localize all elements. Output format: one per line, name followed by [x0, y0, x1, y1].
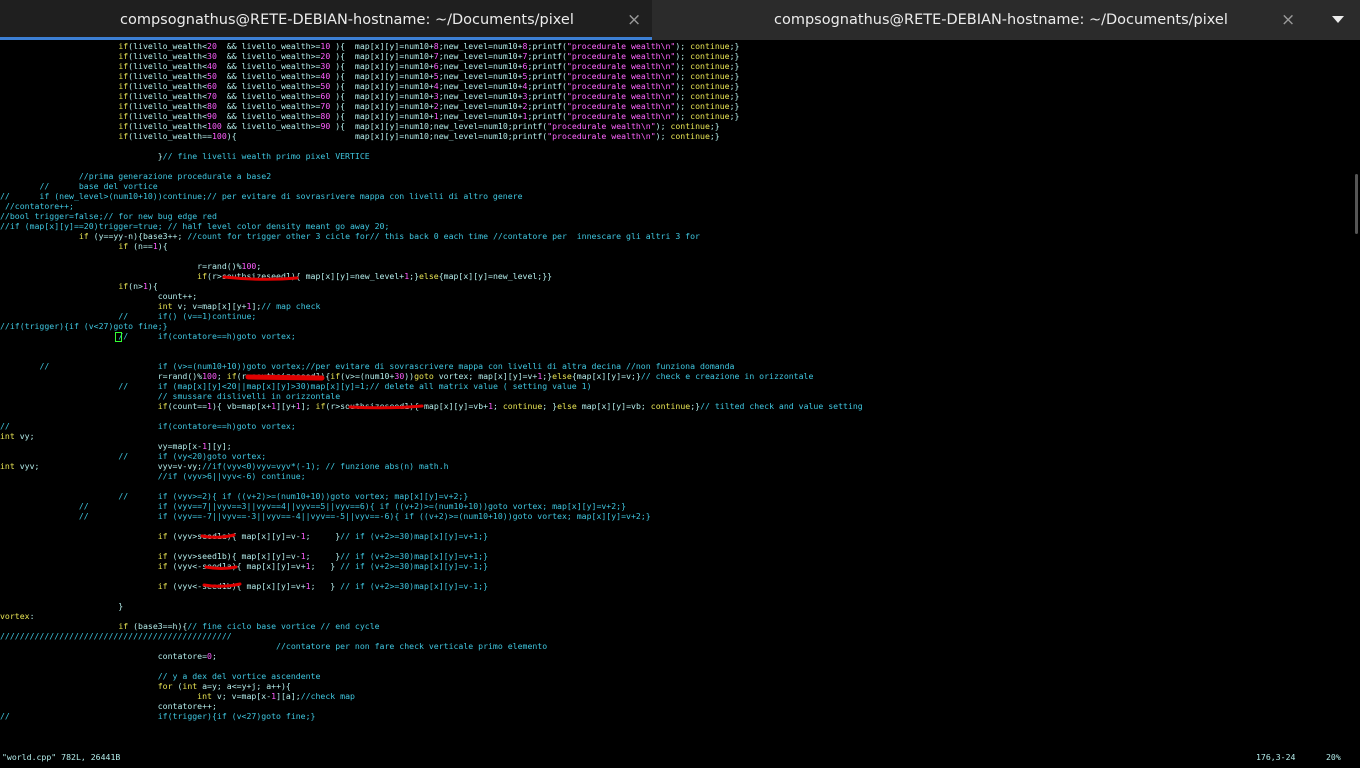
tab-title: compsognathus@RETE-DEBIAN-hostname: ~/Do…	[120, 12, 574, 28]
annotation-underline	[204, 565, 238, 570]
chevron-down-icon[interactable]	[1326, 9, 1350, 29]
annotation-strikethrough	[245, 374, 325, 381]
status-file-info: "world.cpp" 782L, 26441B	[2, 752, 121, 762]
status-percent: 20%	[1326, 752, 1341, 762]
tab-title: compsognathus@RETE-DEBIAN-hostname: ~/Do…	[774, 12, 1228, 28]
scrollbar-thumb[interactable]	[1355, 174, 1358, 234]
scrollbar[interactable]	[1353, 41, 1360, 768]
annotation-underline	[348, 404, 424, 410]
tab-terminal-1[interactable]: compsognathus@RETE-DEBIAN-hostname: ~/Do…	[0, 0, 652, 40]
tab-bar: compsognathus@RETE-DEBIAN-hostname: ~/Do…	[0, 0, 1360, 40]
vim-status-line: "world.cpp" 782L, 26441B 176,3-24 20%	[0, 751, 1352, 763]
red-annotation-strokes	[200, 275, 424, 588]
tab-terminal-2[interactable]: compsognathus@RETE-DEBIAN-hostname: ~/Do…	[652, 0, 1304, 40]
close-icon[interactable]: ×	[627, 0, 641, 40]
status-cursor-position: 176,3-24	[1256, 752, 1296, 762]
annotation-underline	[202, 582, 242, 588]
annotation-underline	[222, 275, 299, 281]
close-icon[interactable]: ×	[1281, 0, 1295, 40]
annotation-underline	[200, 533, 236, 539]
